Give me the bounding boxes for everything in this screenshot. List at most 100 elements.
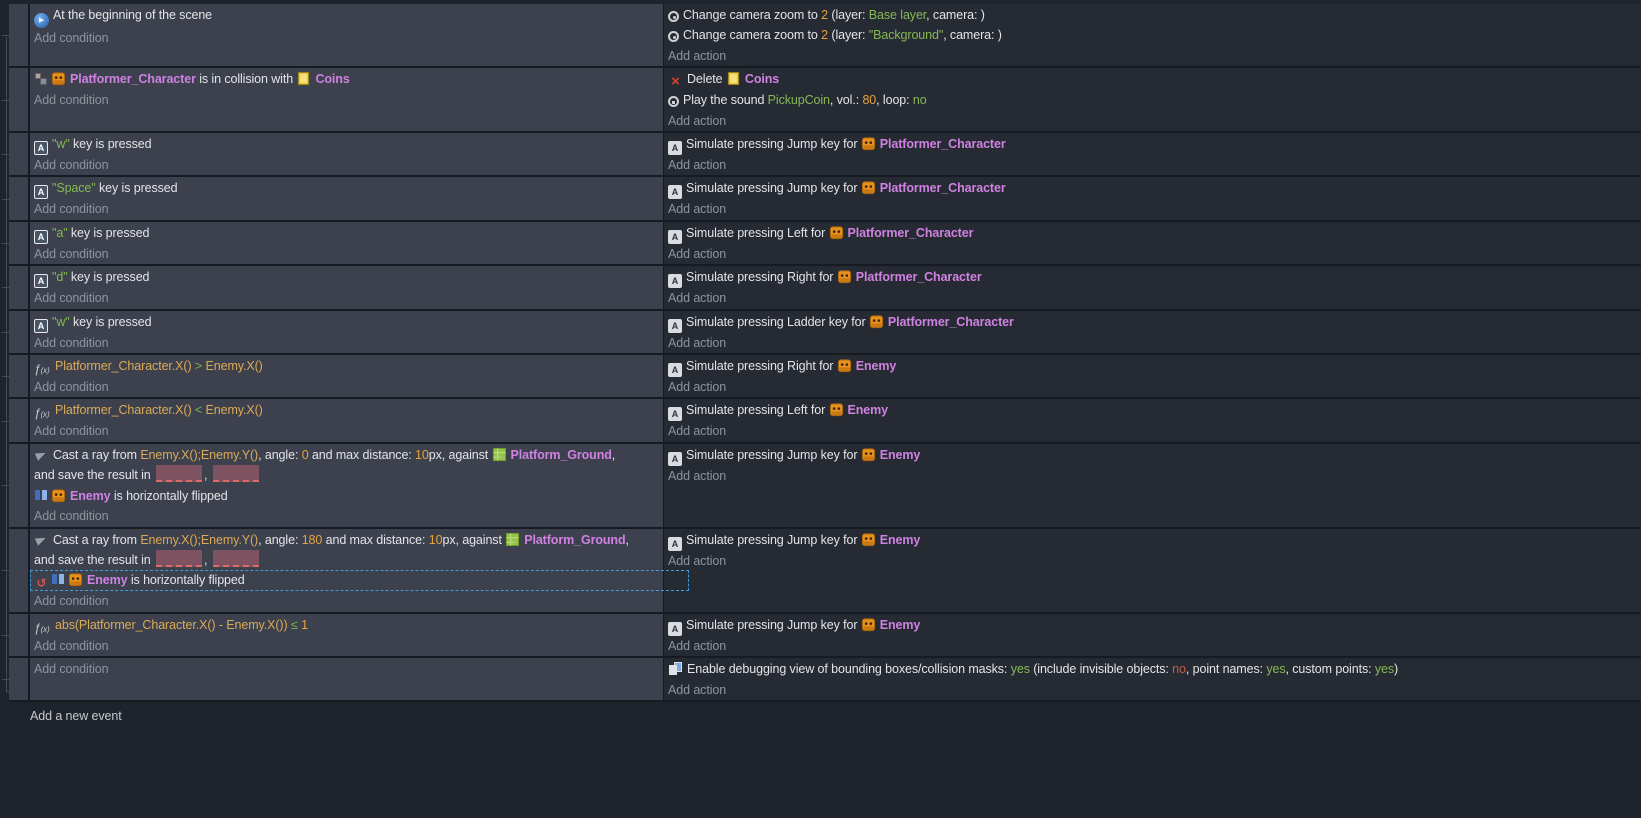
add-new-event-button[interactable]: Add a new event	[30, 706, 1641, 726]
add-condition-button[interactable]: Add condition	[30, 591, 663, 611]
event-drag-handle[interactable]	[9, 177, 30, 220]
condition-row[interactable]: Cast a ray from Enemy.X();Enemy.Y(), ang…	[30, 445, 663, 465]
action-row[interactable]: A Simulate pressing Jump key for Enemy	[664, 530, 1641, 551]
text-segment: ,	[611, 447, 616, 462]
add-condition-button[interactable]: Add condition	[30, 377, 663, 397]
add-condition-button[interactable]: Add condition	[30, 244, 663, 264]
debug-icon	[668, 661, 683, 676]
action-row[interactable]: A Simulate pressing Right for Enemy	[664, 356, 1641, 378]
add-condition-button[interactable]: Add condition	[30, 506, 663, 526]
text-segment: Enemy.X()	[205, 359, 263, 374]
add-condition-button[interactable]: Add condition	[30, 28, 663, 48]
empty-parameter-field[interactable]	[212, 465, 259, 483]
condition-row[interactable]: ƒ(x) Platformer_Character.X() < Enemy.X()	[30, 400, 663, 421]
text-segment: Simulate pressing Right for	[686, 359, 837, 374]
add-condition-button[interactable]: Add condition	[30, 333, 663, 353]
text-segment: >	[191, 359, 206, 374]
action-row[interactable]: Enable debugging view of bounding boxes/…	[664, 659, 1641, 679]
event-drag-handle[interactable]	[9, 613, 30, 657]
add-action-button[interactable]: Add action	[664, 111, 1641, 131]
condition-row[interactable]: ƒ(x) abs(Platformer_Character.X() - Enemy…	[30, 615, 663, 636]
action-row[interactable]: A Simulate pressing Ladder key for Platfo…	[664, 312, 1641, 333]
condition-row[interactable]: ▶ At the beginning of the scene	[30, 5, 663, 28]
event-drag-handle[interactable]	[9, 133, 30, 176]
event-row: A "a" key is pressed Add condition A Simulat…	[2, 221, 1641, 267]
add-action-button[interactable]: Add action	[664, 636, 1641, 656]
condition-row[interactable]: ↺ Enemy is horizontally flipped	[30, 570, 689, 592]
event-drag-handle[interactable]	[9, 658, 30, 700]
empty-parameter-field[interactable]	[156, 465, 202, 483]
action-row[interactable]: A Simulate pressing Right for Platformer_…	[664, 267, 1641, 289]
text-segment: ≤	[287, 617, 302, 632]
add-action-button[interactable]: Add action	[664, 680, 1641, 700]
keyboard-sim-icon: A	[668, 363, 682, 378]
condition-row[interactable]: A "Space" key is pressed	[30, 178, 663, 200]
action-row[interactable]: × Delete Coins	[664, 69, 1641, 90]
object-name: Enemy	[855, 359, 897, 374]
add-action-button[interactable]: Add action	[664, 421, 1641, 441]
add-condition-button[interactable]: Add condition	[30, 636, 663, 656]
condition-row[interactable]: Platformer_Character is in collision wit…	[30, 69, 663, 89]
function-icon: ƒ(x)	[34, 406, 50, 421]
add-condition-button[interactable]: Add condition	[30, 288, 663, 308]
condition-row[interactable]: and save the result in ,	[30, 549, 663, 570]
text-segment: Simulate pressing Ladder key for	[686, 314, 869, 329]
condition-row[interactable]: A "a" key is pressed	[30, 223, 663, 244]
event-drag-handle[interactable]	[9, 355, 30, 398]
empty-parameter-field[interactable]	[156, 549, 202, 567]
object-name: Platformer_Character	[879, 181, 1006, 196]
function-icon: ƒ(x)	[34, 620, 50, 635]
condition-row[interactable]: and save the result in ,	[30, 465, 663, 485]
event-drag-handle[interactable]	[9, 443, 30, 527]
action-row[interactable]: A Simulate pressing Left for Platformer_C…	[664, 223, 1641, 244]
condition-row[interactable]: A "w" key is pressed	[30, 134, 663, 156]
sound-icon	[668, 96, 679, 108]
add-action-button[interactable]: Add action	[664, 288, 1641, 308]
add-action-button[interactable]: Add action	[664, 46, 1641, 66]
condition-row[interactable]: ƒ(x) Platformer_Character.X() > Enemy.X()	[30, 356, 663, 377]
add-condition-button[interactable]: Add condition	[30, 90, 663, 110]
action-row[interactable]: A Simulate pressing Left for Enemy	[664, 400, 1641, 422]
collision-icon	[34, 71, 49, 86]
coins-object-icon	[296, 71, 311, 86]
add-action-button[interactable]: Add action	[664, 155, 1641, 175]
text-segment: , vol.:	[829, 93, 863, 108]
action-row[interactable]: Change camera zoom to 2 (layer: Base lay…	[664, 5, 1641, 25]
event-drag-handle[interactable]	[9, 399, 30, 442]
event-drag-handle[interactable]	[9, 68, 30, 132]
event-drag-handle[interactable]	[9, 310, 30, 354]
add-action-button[interactable]: Add action	[664, 551, 1641, 571]
action-row[interactable]: Play the sound PickupCoin, vol.: 80, loo…	[664, 90, 1641, 110]
condition-row[interactable]: A "w" key is pressed	[30, 312, 663, 333]
add-action-button[interactable]: Add action	[664, 333, 1641, 353]
event-drag-handle[interactable]	[9, 221, 30, 265]
add-action-button[interactable]: Add action	[664, 466, 1641, 486]
add-condition-button[interactable]: Add condition	[30, 421, 663, 441]
action-row[interactable]: A Simulate pressing Jump key for Enemy	[664, 615, 1641, 636]
object-name: Enemy	[70, 488, 111, 503]
empty-parameter-field[interactable]	[212, 549, 259, 567]
event-row: Platformer_Character is in collision wit…	[2, 68, 1641, 134]
event-drag-handle[interactable]	[9, 528, 30, 612]
text-segment: Enable debugging view of bounding boxes/…	[687, 662, 1011, 677]
condition-row[interactable]: Enemy is horizontally flipped	[30, 486, 663, 506]
action-row[interactable]: Change camera zoom to 2 (layer: "Backgro…	[664, 25, 1641, 45]
add-condition-button[interactable]: Add condition	[30, 659, 663, 679]
add-action-button[interactable]: Add action	[664, 377, 1641, 397]
text-segment: Cast a ray from	[53, 532, 141, 547]
add-action-button[interactable]: Add action	[664, 244, 1641, 264]
condition-row[interactable]: Cast a ray from Enemy.X();Enemy.Y(), ang…	[30, 530, 663, 550]
event-drag-handle[interactable]	[9, 266, 30, 309]
event-drag-handle[interactable]	[9, 4, 30, 67]
text-segment: Change camera zoom to	[683, 28, 822, 43]
condition-row[interactable]: A "d" key is pressed	[30, 267, 663, 289]
action-row[interactable]: A Simulate pressing Jump key for Platform…	[664, 134, 1641, 156]
action-row[interactable]: A Simulate pressing Jump key for Enemy	[664, 445, 1641, 466]
add-condition-button[interactable]: Add condition	[30, 155, 663, 175]
action-row[interactable]: A Simulate pressing Jump key for Platform…	[664, 178, 1641, 200]
text-segment: Simulate pressing Jump key for	[686, 532, 861, 547]
keyboard-sim-icon: A	[668, 451, 682, 466]
add-condition-button[interactable]: Add condition	[30, 199, 663, 219]
add-action-button[interactable]: Add action	[664, 199, 1641, 219]
text-segment: )	[1394, 662, 1399, 677]
